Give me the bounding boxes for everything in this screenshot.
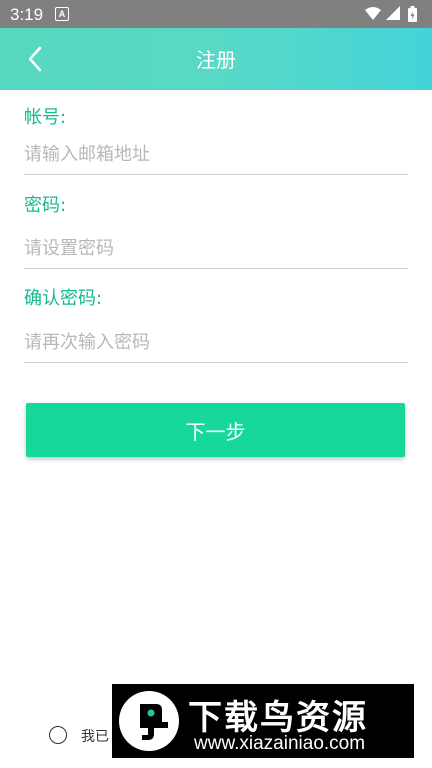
password-label: 密码: — [24, 195, 67, 216]
agreement-text: 我已 — [81, 729, 109, 745]
password-input[interactable] — [24, 228, 408, 269]
watermark-url: www.xiazainiao.com — [194, 733, 366, 754]
app-header: 注册 — [0, 28, 432, 90]
confirm-password-input[interactable] — [24, 322, 408, 363]
page-title: 注册 — [196, 48, 236, 72]
agreement-radio[interactable] — [49, 726, 67, 744]
account-input[interactable] — [24, 134, 408, 175]
status-icons — [365, 6, 417, 22]
status-bar: 3:19 A — [0, 0, 432, 28]
account-label: 帐号: — [24, 107, 67, 128]
next-step-button[interactable]: 下一步 — [26, 403, 405, 457]
bird-logo-icon — [119, 691, 179, 751]
watermark-brand: 下载鸟资源 — [188, 698, 368, 738]
status-time: 3:19 — [10, 5, 44, 24]
battery-icon — [408, 6, 417, 22]
wifi-icon — [365, 7, 381, 20]
watermark-banner: 下载鸟资源 www.xiazainiao.com — [112, 684, 414, 758]
confirm-password-label: 确认密码: — [24, 288, 103, 309]
signal-icon — [386, 6, 400, 20]
notification-icon: A — [55, 7, 69, 21]
